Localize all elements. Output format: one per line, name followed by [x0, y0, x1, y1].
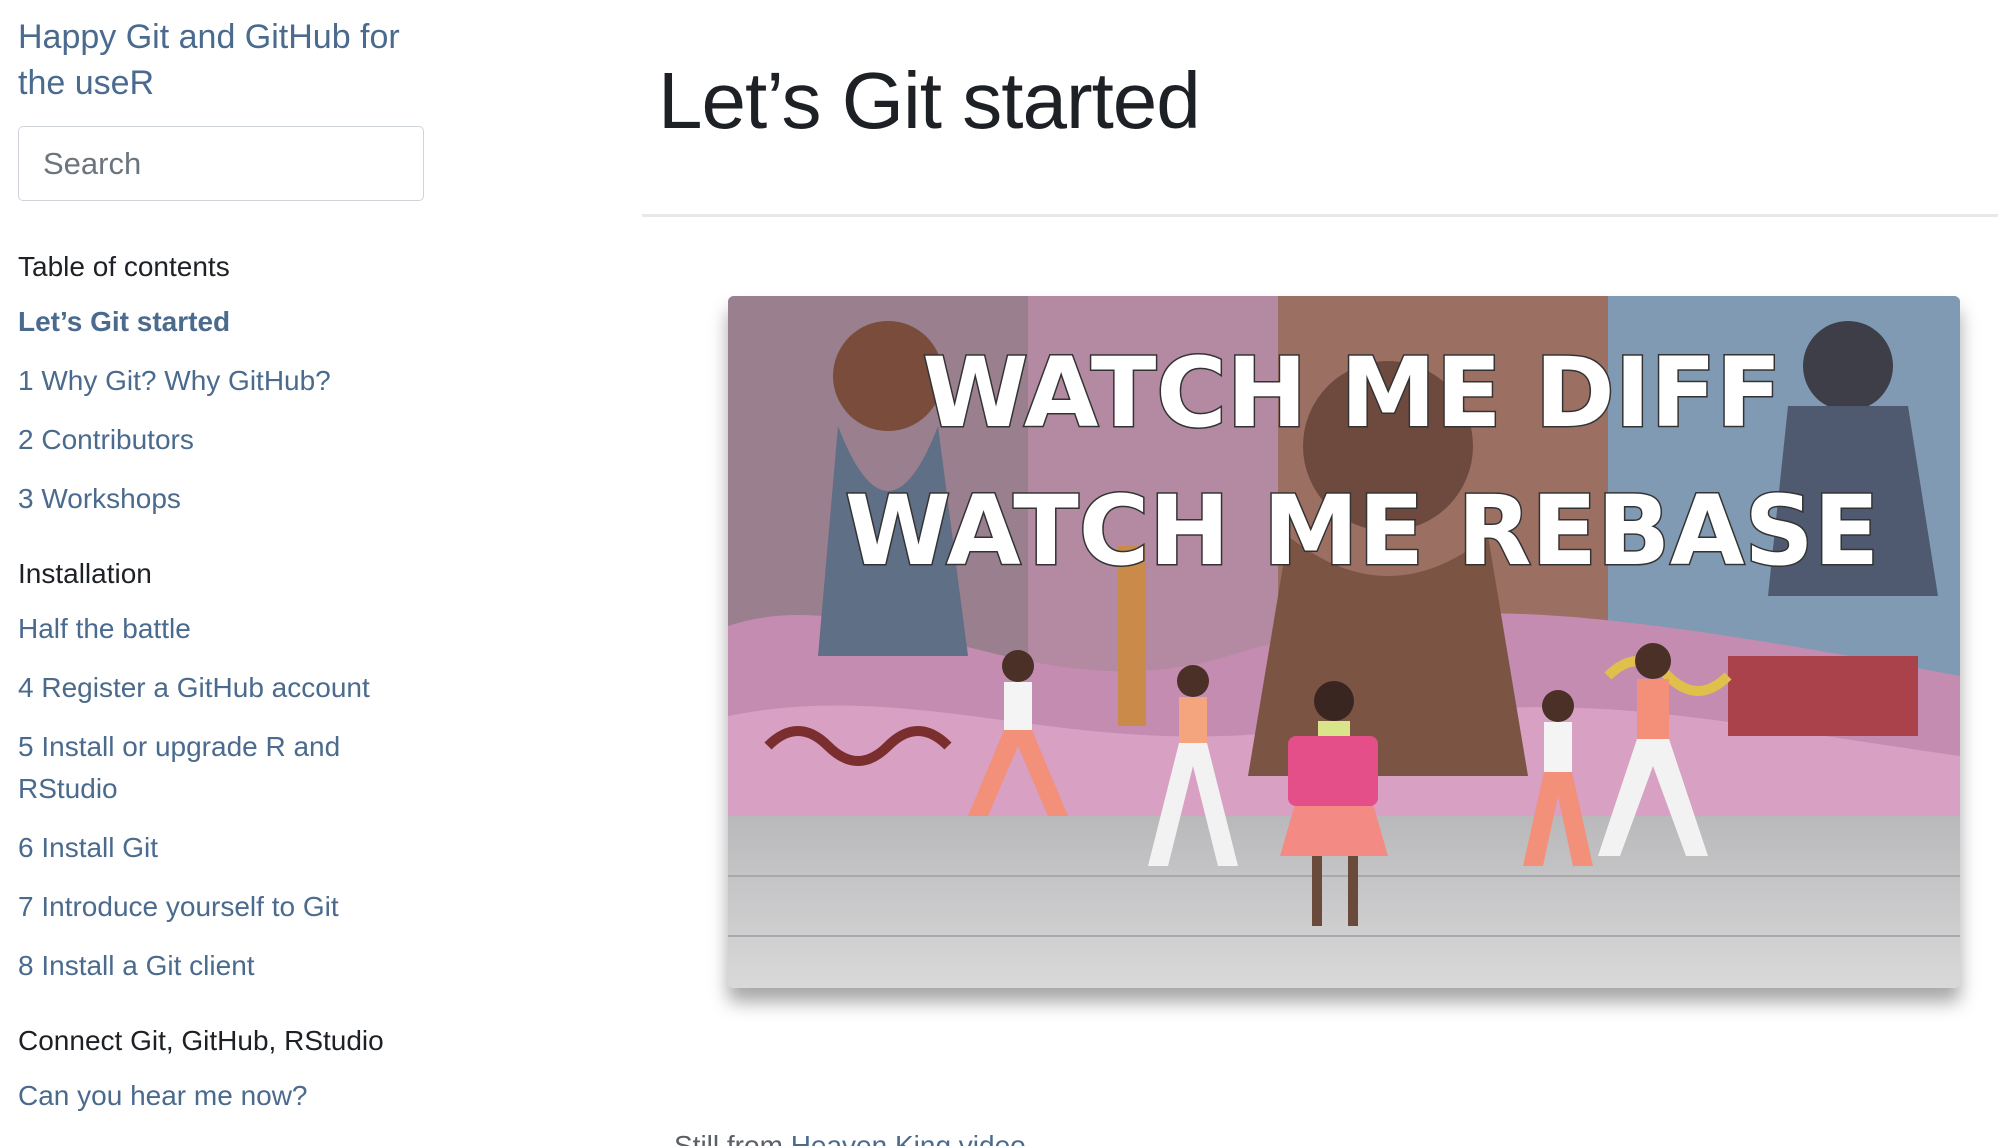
connect-list: Can you hear me now?: [18, 1075, 428, 1117]
toc-item-lets-git-started[interactable]: Let’s Git started: [18, 301, 428, 343]
page-title: Let’s Git started: [658, 56, 1201, 145]
caption-link[interactable]: Heaven King video: [791, 1130, 1026, 1146]
installation-list: Half the battle 4 Register a GitHub acco…: [18, 608, 428, 987]
caption-prefix: Still from: [674, 1130, 791, 1146]
image-overlay-line1: WATCH ME DIFF: [922, 337, 1781, 449]
toc-section-connect: Connect Git, GitHub, RStudio: [18, 1025, 384, 1056]
mural-illustration: WATCH ME DIFF WATCH ME REBASE: [728, 296, 1960, 988]
toc-item-introduce-yourself[interactable]: 7 Introduce yourself to Git: [18, 886, 428, 928]
toc-item-contributors[interactable]: 2 Contributors: [18, 419, 428, 461]
toc-item-workshops[interactable]: 3 Workshops: [18, 478, 428, 520]
title-divider: [642, 214, 1998, 217]
page: Happy Git and GitHub for the useR Table …: [0, 0, 1998, 1146]
toc-item-can-you-hear-me[interactable]: Can you hear me now?: [18, 1075, 428, 1117]
toc-item-half-the-battle[interactable]: Half the battle: [18, 608, 428, 650]
toc-section-installation: Installation: [18, 558, 152, 589]
toc-item-register-github[interactable]: 4 Register a GitHub account: [18, 667, 428, 709]
toc-list: Let’s Git started 1 Why Git? Why GitHub?…: [18, 301, 428, 520]
toc-item-install-git[interactable]: 6 Install Git: [18, 827, 428, 869]
image-overlay-line2: WATCH ME REBASE: [845, 475, 1879, 587]
image-caption: Still from Heaven King video: [674, 1130, 1026, 1146]
site-title-link[interactable]: Happy Git and GitHub for the useR: [18, 14, 428, 106]
sidebar: Happy Git and GitHub for the useR Table …: [18, 14, 428, 1134]
toc-item-install-r-rstudio[interactable]: 5 Install or upgrade R and RStudio: [18, 726, 378, 810]
search-input[interactable]: [18, 126, 424, 201]
toc-item-install-git-client[interactable]: 8 Install a Git client: [18, 945, 428, 987]
hero-image: WATCH ME DIFF WATCH ME REBASE: [728, 296, 1960, 988]
toc-item-why-git[interactable]: 1 Why Git? Why GitHub?: [18, 360, 428, 402]
toc-heading: Table of contents: [18, 251, 230, 282]
